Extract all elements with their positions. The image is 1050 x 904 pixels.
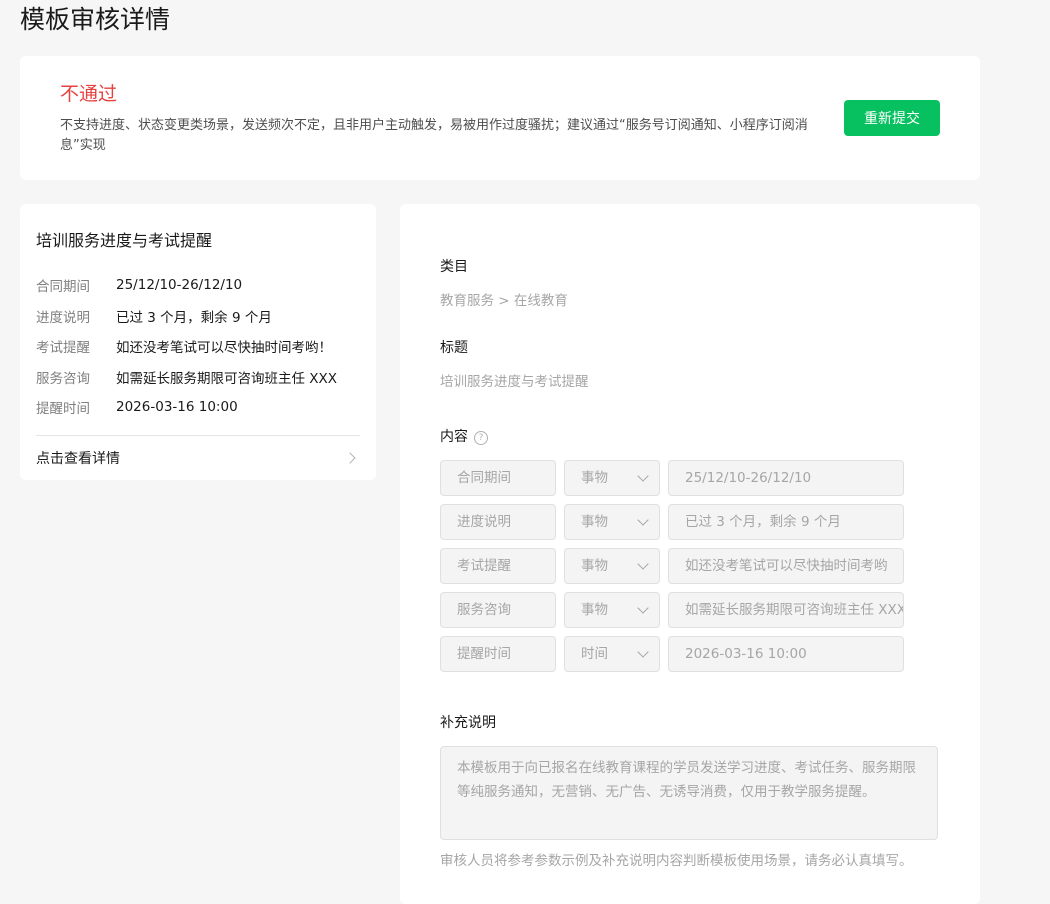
preview-row: 合同期间 25/12/10-26/12/10 [36,270,360,301]
view-details-label: 点击查看详情 [36,451,120,467]
param-name-field: 服务咨询 [440,592,556,628]
help-icon[interactable]: ? [474,431,488,445]
preview-value: 2026-03-16 10:00 [116,399,238,416]
preview-value: 已过 3 个月，剩余 9 个月 [116,309,272,326]
param-name-field: 进度说明 [440,504,556,540]
preview-value: 如还没考笔试可以尽快抽时间考哟！ [116,340,332,357]
preview-divider [36,435,360,436]
chevron-down-icon [637,646,649,658]
preview-value: 25/12/10-26/12/10 [116,277,243,294]
param-name-field: 考试提醒 [440,548,556,584]
preview-value: 如需延长服务期限可咨询班主任 XXX [116,370,338,387]
resubmit-button[interactable]: 重新提交 [844,100,940,136]
param-name-field: 合同期间 [440,460,556,496]
page-title: 模板审核详情 [20,5,171,34]
content-label-row: 内容? [440,427,488,447]
chevron-right-icon [344,452,356,464]
notes-text: 本模板用于向已报名在线教育课程的学员发送学习进度、考试任务、服务期限等纯服务通知… [457,760,916,800]
param-type-select: 时间 [564,636,660,672]
review-status-card: 不通过 不支持进度、状态变更类场景，发送频次不定，且非用户主动触发，易被用作过度… [20,56,980,180]
param-example-field: 如还没考笔试可以尽快抽时间考哟 [668,548,904,584]
chevron-down-icon [637,558,649,570]
param-type-value: 事物 [581,602,608,618]
param-type-value: 事物 [581,558,608,574]
preview-title: 培训服务进度与考试提醒 [36,231,213,250]
param-type-select: 事物 [564,504,660,540]
param-type-select: 事物 [564,460,660,496]
status-title: 不通过 [60,83,118,105]
notes-textarea: 本模板用于向已报名在线教育课程的学员发送学习进度、考试任务、服务期限等纯服务通知… [440,746,938,840]
param-example-field: 已过 3 个月，剩余 9 个月 [668,504,904,540]
preview-key: 服务咨询 [36,370,90,387]
template-preview-card: 培训服务进度与考试提醒 合同期间 25/12/10-26/12/10 进度说明 … [20,204,376,480]
param-type-value: 事物 [581,514,608,530]
chevron-down-icon [637,602,649,614]
param-example-field: 2026-03-16 10:00 [668,636,904,672]
preview-row: 提醒时间 2026-03-16 10:00 [36,392,360,423]
category-label: 类目 [440,259,468,275]
chevron-down-icon [637,514,649,526]
notes-hint: 审核人员将参考参数示例及补充说明内容判断模板使用场景，请务必认真填写。 [440,853,913,869]
title-value: 培训服务进度与考试提醒 [440,374,589,390]
preview-row: 考试提醒 如还没考笔试可以尽快抽时间考哟！ [36,331,360,362]
preview-key: 提醒时间 [36,401,90,418]
preview-row: 服务咨询 如需延长服务期限可咨询班主任 XXX [36,362,360,393]
param-type-value: 事物 [581,470,608,486]
param-example-field: 如需延长服务期限可咨询班主任 XXX [668,592,904,628]
title-label: 标题 [440,340,468,356]
notes-label: 补充说明 [440,715,496,731]
preview-key: 考试提醒 [36,340,90,357]
param-name-field: 提醒时间 [440,636,556,672]
status-reason: 不支持进度、状态变更类场景，发送频次不定，且非用户主动触发，易被用作过度骚扰；建… [60,118,808,153]
content-label: 内容 [440,429,468,445]
param-type-select: 事物 [564,592,660,628]
preview-field-list: 合同期间 25/12/10-26/12/10 进度说明 已过 3 个月，剩余 9… [36,270,360,423]
param-example-field: 25/12/10-26/12/10 [668,460,904,496]
category-value: 教育服务 > 在线教育 [440,293,568,309]
preview-row: 进度说明 已过 3 个月，剩余 9 个月 [36,301,360,332]
preview-key: 合同期间 [36,279,90,296]
param-type-select: 事物 [564,548,660,584]
view-details-link[interactable]: 点击查看详情 [36,437,360,479]
preview-key: 进度说明 [36,309,90,326]
template-detail-card: 类目 教育服务 > 在线教育 标题 培训服务进度与考试提醒 内容? 合同期间 事… [400,204,980,904]
chevron-down-icon [637,470,649,482]
param-type-value: 时间 [581,646,608,662]
